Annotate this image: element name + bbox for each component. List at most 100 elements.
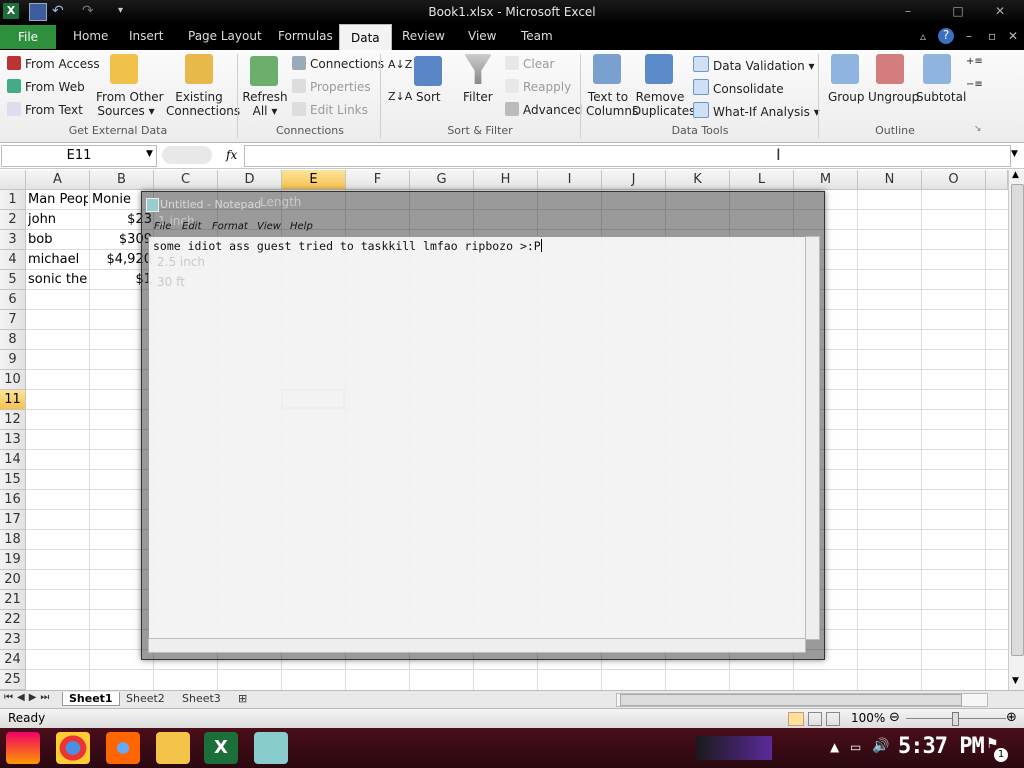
from-web-button[interactable]: From Web [7, 79, 85, 94]
minimize-button[interactable]: – [888, 0, 928, 22]
row-header[interactable]: 5 [0, 270, 26, 290]
row-header-selected[interactable]: 11 [0, 390, 26, 410]
tray-up-arrow-icon[interactable]: ▲ [830, 740, 839, 754]
hide-detail-icon[interactable]: −≡ [966, 79, 983, 90]
filter-button[interactable]: Filter [463, 90, 493, 104]
column-header[interactable]: G [410, 170, 474, 190]
row-header[interactable]: 2 [0, 210, 26, 230]
edit-links-button[interactable]: Edit Links [292, 102, 368, 117]
excel-taskbar-icon[interactable]: X [204, 732, 238, 764]
row-header[interactable]: 6 [0, 290, 26, 310]
horizontal-scroll-thumb[interactable] [620, 694, 962, 706]
column-header[interactable]: M [794, 170, 858, 190]
sheet-tab[interactable]: Sheet2 [126, 692, 165, 705]
row-header[interactable]: 1 [0, 190, 26, 210]
notepad-vertical-scrollbar[interactable] [805, 236, 820, 640]
row-header[interactable]: 14 [0, 450, 26, 470]
sheet-tab-active[interactable]: Sheet1 [62, 692, 120, 706]
start-button-icon[interactable] [6, 732, 40, 764]
help-icon[interactable]: ? [938, 28, 954, 44]
normal-view-icon[interactable] [788, 712, 804, 726]
row-header[interactable]: 4 [0, 250, 26, 270]
clear-button[interactable]: Clear [505, 56, 554, 71]
text-to-columns-button[interactable]: Text to Columns [586, 90, 638, 118]
cell-a5[interactable]: sonic the h [28, 270, 88, 290]
column-header[interactable] [986, 170, 1008, 190]
connections-button[interactable]: Connections [292, 56, 384, 71]
sheet-nav-icons[interactable]: ⏮◀▶⏭ [4, 692, 53, 703]
notepad-menu-edit[interactable]: Edit [182, 221, 201, 232]
row-header[interactable]: 23 [0, 630, 26, 650]
subtotal-button[interactable]: Subtotal [916, 90, 966, 104]
from-access-button[interactable]: From Access [7, 56, 100, 71]
row-header[interactable]: 19 [0, 550, 26, 570]
row-header[interactable]: 20 [0, 570, 26, 590]
row-header[interactable]: 10 [0, 370, 26, 390]
consolidate-button[interactable]: Consolidate [693, 79, 784, 96]
notepad-horizontal-scrollbar[interactable] [148, 638, 806, 653]
zoom-in-icon[interactable]: ⊕ [1006, 710, 1017, 725]
scroll-down-icon[interactable]: ▼ [1012, 676, 1019, 686]
show-detail-icon[interactable]: +≡ [966, 56, 983, 67]
row-header[interactable]: 7 [0, 310, 26, 330]
notepad-taskbar-icon[interactable] [254, 732, 288, 764]
scroll-up-icon[interactable]: ▲ [1012, 170, 1019, 180]
row-header[interactable]: 17 [0, 510, 26, 530]
workbook-minimize-icon[interactable]: – [966, 29, 972, 43]
volume-icon[interactable]: 🔊 [872, 738, 889, 754]
row-header[interactable]: 13 [0, 430, 26, 450]
select-all-corner[interactable] [0, 170, 26, 190]
column-header[interactable]: H [474, 170, 538, 190]
column-header[interactable]: D [218, 170, 282, 190]
zoom-slider-thumb[interactable] [952, 712, 959, 726]
tab-team[interactable]: Team [521, 29, 553, 43]
show-desktop-area[interactable] [696, 736, 772, 760]
minimize-ribbon-icon[interactable]: ▵ [920, 29, 926, 43]
column-header[interactable]: A [26, 170, 90, 190]
refresh-all-button[interactable]: Refresh All ▾ [242, 90, 288, 118]
notepad-window[interactable]: Untitled - Notepad Length 1 inch File Ed… [141, 191, 825, 660]
tab-formulas[interactable]: Formulas [278, 29, 333, 43]
name-box[interactable]: E11 [1, 145, 157, 167]
sort-a-z-icon[interactable]: A↓Z [388, 58, 412, 71]
tab-review[interactable]: Review [402, 29, 445, 43]
page-layout-view-icon[interactable] [808, 712, 822, 726]
row-header[interactable]: 9 [0, 350, 26, 370]
close-button[interactable]: ✕ [980, 0, 1020, 22]
insert-sheet-icon[interactable]: ⊞ [238, 692, 247, 705]
tab-data[interactable]: Data [339, 24, 392, 51]
tab-page-layout[interactable]: Page Layout [188, 29, 262, 43]
notepad-menu-format[interactable]: Format [212, 221, 248, 232]
zoom-level[interactable]: 100% [851, 711, 885, 725]
workbook-close-icon[interactable]: ✕ [1008, 29, 1018, 43]
network-icon[interactable]: ▭ [850, 740, 861, 754]
maximize-button[interactable]: □ [938, 0, 978, 22]
cell-a4[interactable]: michael [28, 250, 88, 270]
outline-dialog-launcher-icon[interactable]: ↘ [974, 124, 982, 134]
name-box-dropdown-icon[interactable]: ▼ [146, 149, 153, 159]
row-header[interactable]: 25 [0, 670, 26, 690]
row-header[interactable]: 18 [0, 530, 26, 550]
advanced-button[interactable]: Advanced [505, 102, 582, 117]
reapply-button[interactable]: Reapply [505, 79, 571, 94]
clock[interactable]: 5:37 PM [898, 734, 985, 759]
column-header[interactable]: L [730, 170, 794, 190]
cell-a3[interactable]: bob [28, 230, 88, 250]
column-header[interactable]: J [602, 170, 666, 190]
firefox-icon[interactable] [106, 732, 140, 764]
group-button[interactable]: Group [828, 90, 865, 104]
row-header[interactable]: 21 [0, 590, 26, 610]
remove-duplicates-button[interactable]: Remove Duplicates [632, 90, 695, 118]
column-header[interactable]: C [154, 170, 218, 190]
sort-z-a-icon[interactable]: Z↓A [388, 90, 412, 103]
file-explorer-icon[interactable] [156, 732, 190, 764]
row-header[interactable]: 16 [0, 490, 26, 510]
zoom-out-icon[interactable]: ⊖ [889, 710, 900, 725]
column-header[interactable]: F [346, 170, 410, 190]
what-if-analysis-button[interactable]: What-If Analysis ▾ [693, 102, 820, 119]
column-header[interactable]: K [666, 170, 730, 190]
data-validation-button[interactable]: Data Validation ▾ [693, 56, 815, 73]
row-header[interactable]: 8 [0, 330, 26, 350]
existing-connections-button[interactable]: Existing Connections [166, 90, 240, 118]
notepad-text-area[interactable]: some idiot ass guest tried to taskkill l… [148, 236, 806, 640]
